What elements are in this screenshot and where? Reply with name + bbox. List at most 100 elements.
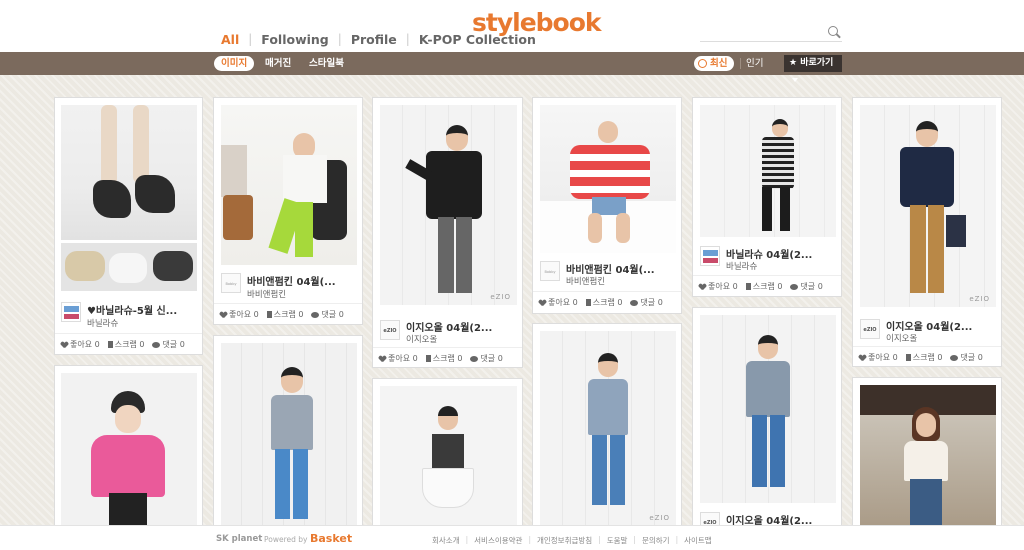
subtab-magazine[interactable]: 매거진 bbox=[265, 56, 291, 71]
card-5-photo[interactable] bbox=[700, 105, 836, 237]
powered-by-label: Powered by bbox=[264, 535, 308, 544]
scrap-button[interactable]: 스크랩 0 bbox=[425, 353, 462, 364]
card-5-author[interactable]: 바닐라슈 bbox=[726, 260, 757, 272]
like-button[interactable]: 좋아요 0 bbox=[61, 339, 100, 350]
sort-popular-button[interactable]: 인기 bbox=[746, 56, 763, 71]
footer: SK planet Powered by Basket 회사소개 | 서비스이용약… bbox=[0, 525, 1024, 550]
card-5-avatar[interactable] bbox=[700, 246, 720, 266]
scrap-button[interactable]: 스크랩 0 bbox=[107, 339, 144, 350]
scrap-button[interactable]: 스크랩 0 bbox=[585, 297, 623, 308]
card-4-title[interactable]: 바비앤펌킨 04월(... bbox=[566, 261, 655, 276]
like-button[interactable]: 좋아요 0 bbox=[220, 309, 259, 320]
card-5-actions: 좋아요 0 스크랩 0 댓글 0 bbox=[693, 275, 841, 297]
like-count: 좋아요 0 bbox=[70, 340, 100, 349]
footer-link-sitemap[interactable]: 사이트맵 bbox=[684, 535, 712, 546]
card-3-photo[interactable]: eZIO bbox=[380, 105, 517, 305]
footer-link-privacy[interactable]: 개인정보취급방침 bbox=[537, 535, 592, 546]
comment-button[interactable]: 댓글 0 bbox=[152, 339, 185, 350]
card-6-photo[interactable]: eZIO bbox=[860, 105, 996, 307]
scrap-icon bbox=[425, 355, 431, 362]
card-3-author[interactable]: 이지오올 bbox=[406, 333, 437, 345]
card-6-title[interactable]: 이지오올 04월(2... bbox=[886, 318, 972, 333]
card-2-title[interactable]: 바비앤펌킨 04월(... bbox=[247, 273, 336, 288]
comment-button[interactable]: 댓글 0 bbox=[950, 352, 983, 363]
stylebook-logo[interactable]: stylebook bbox=[472, 8, 602, 37]
card-6[interactable]: eZIO eZIO 이지오올 04월(2... 이지오올 좋아요 0 스크랩 0… bbox=[852, 97, 1002, 367]
like-button[interactable]: 좋아요 0 bbox=[859, 352, 898, 363]
card-1-avatar[interactable] bbox=[61, 302, 81, 322]
like-button[interactable]: 좋아요 0 bbox=[539, 297, 578, 308]
card-12[interactable] bbox=[852, 377, 1002, 535]
card-2-author[interactable]: 바비앤펌킨 bbox=[247, 288, 286, 300]
card-2-avatar[interactable]: Bobby Pumpkin bbox=[221, 273, 241, 293]
card-2[interactable]: Bobby Pumpkin 바비앤펌킨 04월(... 바비앤펌킨 좋아요 0 … bbox=[213, 97, 363, 325]
card-10-photo[interactable]: eZIO bbox=[540, 331, 676, 526]
sk-planet-logo[interactable]: SK planet bbox=[216, 534, 262, 544]
footer-divider: | bbox=[465, 535, 469, 544]
search-icon[interactable] bbox=[828, 26, 838, 36]
card-6-avatar[interactable]: eZIO bbox=[860, 319, 880, 339]
comment-button[interactable]: 댓글 0 bbox=[630, 297, 663, 308]
footer-link-terms[interactable]: 서비스이용약관 bbox=[474, 535, 522, 546]
card-5[interactable]: 바닐라슈 04월(2... 바닐라슈 좋아요 0 스크랩 0 댓글 0 bbox=[692, 97, 842, 297]
sort-recent-button[interactable]: 최신 bbox=[694, 56, 734, 71]
subtab-image[interactable]: 이미지 bbox=[214, 56, 255, 71]
scrap-count: 스크랩 0 bbox=[752, 282, 783, 291]
footer-link-contact[interactable]: 문의하기 bbox=[642, 535, 670, 546]
comment-button[interactable]: 댓글 0 bbox=[470, 353, 503, 364]
card-3-avatar[interactable]: eZIO bbox=[380, 320, 400, 340]
card-7-photo[interactable] bbox=[61, 373, 197, 528]
footer-link-help[interactable]: 도움말 bbox=[607, 535, 628, 546]
comment-button[interactable]: 댓글 0 bbox=[311, 309, 344, 320]
scrap-count: 스크랩 0 bbox=[592, 298, 623, 307]
card-12-photo[interactable] bbox=[860, 385, 996, 530]
card-11-photo[interactable] bbox=[700, 315, 836, 503]
card-10[interactable]: eZIO bbox=[532, 323, 682, 535]
card-8[interactable] bbox=[213, 335, 363, 535]
card-5-title[interactable]: 바닐라슈 04월(2... bbox=[726, 246, 812, 261]
tab-profile[interactable]: Profile bbox=[342, 30, 406, 53]
card-3[interactable]: eZIO eZIO 이지오올 04월(2... 이지오올 좋아요 0 스크랩 0… bbox=[372, 97, 523, 368]
card-1-photo-bottom[interactable] bbox=[61, 243, 197, 291]
comment-button[interactable]: 댓글 0 bbox=[790, 281, 823, 292]
card-1-author[interactable]: 바닐라슈 bbox=[87, 317, 118, 329]
sub-nav: 이미지 매거진 스타일북 최신 인기 ★ 바로가기 bbox=[0, 52, 1024, 82]
card-3-title[interactable]: 이지오올 04월(2... bbox=[406, 319, 492, 334]
subtab-stylebook[interactable]: 스타일북 bbox=[309, 56, 344, 71]
card-9[interactable] bbox=[372, 378, 523, 535]
card-8-photo[interactable] bbox=[221, 343, 357, 528]
footer-link-company[interactable]: 회사소개 bbox=[432, 535, 460, 546]
card-4-author[interactable]: 바비앤펌킨 bbox=[566, 275, 605, 287]
search-input[interactable] bbox=[700, 24, 820, 43]
card-1-title[interactable]: ♥바닐라슈-5월 신... bbox=[87, 302, 177, 317]
scrap-button[interactable]: 스크랩 0 bbox=[745, 281, 783, 292]
card-9-photo[interactable] bbox=[380, 386, 517, 531]
card-1-photo-top[interactable] bbox=[61, 105, 197, 240]
card-1[interactable]: ♥바닐라슈-5월 신... 바닐라슈 좋아요 0 스크랩 0 댓글 0 bbox=[54, 97, 203, 355]
footer-divider: | bbox=[598, 535, 601, 544]
scrap-button[interactable]: 스크랩 0 bbox=[905, 352, 942, 363]
comment-icon bbox=[790, 283, 799, 290]
comment-count: 댓글 0 bbox=[162, 340, 185, 349]
card-11[interactable]: eZIO 이지오올 04월(2... bbox=[692, 307, 842, 535]
card-7[interactable] bbox=[54, 365, 203, 535]
like-button[interactable]: 좋아요 0 bbox=[379, 353, 418, 364]
quick-menu-dropdown[interactable]: ★ 바로가기 bbox=[784, 55, 842, 82]
card-4-photo[interactable] bbox=[540, 105, 676, 253]
heart-icon bbox=[699, 284, 706, 290]
comment-count: 댓글 0 bbox=[960, 353, 983, 362]
comment-count: 댓글 0 bbox=[640, 298, 663, 307]
comment-count: 댓글 0 bbox=[321, 310, 344, 319]
basket-logo[interactable]: Basket bbox=[310, 532, 352, 545]
card-6-author[interactable]: 이지오올 bbox=[886, 332, 917, 344]
card-4[interactable]: Bobby Pumpkin 바비앤펌킨 04월(... 바비앤펌킨 좋아요 0 … bbox=[532, 97, 682, 314]
like-button[interactable]: 좋아요 0 bbox=[699, 281, 738, 292]
scrap-button[interactable]: 스크랩 0 bbox=[266, 309, 303, 320]
comment-icon bbox=[152, 341, 161, 348]
heart-icon bbox=[859, 355, 866, 361]
scrap-icon bbox=[905, 354, 911, 361]
card-2-photo[interactable] bbox=[221, 105, 357, 265]
card-4-avatar[interactable]: Bobby Pumpkin bbox=[540, 261, 560, 281]
tab-following[interactable]: Following bbox=[252, 30, 337, 53]
scrap-icon bbox=[745, 283, 751, 290]
